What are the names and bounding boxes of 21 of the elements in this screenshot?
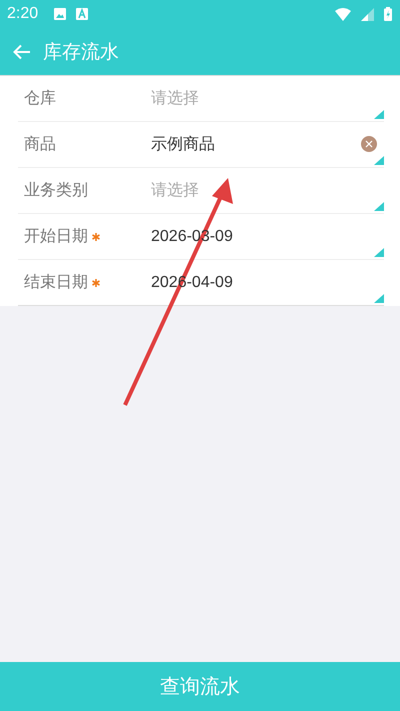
image-icon: [54, 8, 66, 20]
back-button[interactable]: [13, 44, 31, 60]
corner-triangle-icon: [374, 110, 384, 119]
back-arrow-icon: [13, 44, 31, 60]
page-title: 库存流水: [43, 40, 119, 64]
status-time: 2:20: [7, 5, 38, 23]
field-label: 结束日期: [24, 272, 88, 293]
corner-triangle-icon: [374, 248, 384, 257]
field-label: 业务类别: [24, 180, 88, 201]
field-label: 商品: [24, 134, 56, 155]
wifi-icon: [335, 8, 351, 20]
corner-triangle-icon: [374, 156, 384, 165]
field-label: 仓库: [24, 88, 56, 109]
battery-icon: [384, 7, 392, 21]
field-label: 开始日期: [24, 226, 88, 247]
font-icon: [76, 8, 88, 20]
clear-icon[interactable]: [361, 136, 377, 152]
select-field[interactable]: 示例商品: [151, 122, 384, 167]
corner-triangle-icon: [374, 202, 384, 211]
signal-icon: [361, 8, 374, 20]
corner-triangle-icon: [374, 294, 384, 303]
